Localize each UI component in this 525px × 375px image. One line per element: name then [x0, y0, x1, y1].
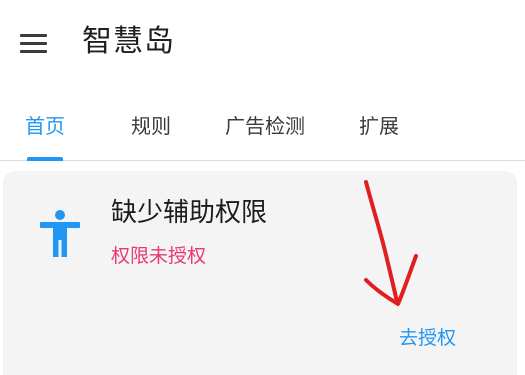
- tab-bar: 首页 规则 广告检测 扩展: [0, 98, 525, 161]
- tab-home[interactable]: 首页: [25, 112, 65, 140]
- grant-permission-button[interactable]: 去授权: [399, 324, 456, 352]
- app-screen: 智慧岛 首页 规则 广告检测 扩展 缺少辅助权限 权限未授权 去授权: [0, 0, 525, 375]
- accessibility-icon: [40, 210, 80, 257]
- top-app-bar: 智慧岛: [0, 0, 525, 88]
- app-title: 智慧岛: [82, 24, 175, 59]
- permission-card: 缺少辅助权限 权限未授权 去授权: [3, 171, 517, 375]
- tab-ad-detection[interactable]: 广告检测: [225, 112, 305, 140]
- permission-status: 权限未授权: [111, 245, 207, 267]
- tab-extensions[interactable]: 扩展: [359, 112, 399, 140]
- active-tab-indicator: [27, 157, 63, 161]
- tab-rules[interactable]: 规则: [131, 112, 171, 140]
- menu-icon[interactable]: [14, 26, 54, 60]
- card-title: 缺少辅助权限: [111, 198, 268, 228]
